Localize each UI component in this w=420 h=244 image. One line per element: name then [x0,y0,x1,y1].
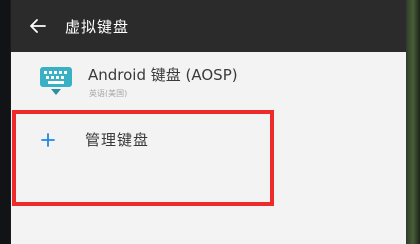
app-toolbar: 虚拟键盘 [11,0,407,52]
settings-screen: 虚拟键盘 Android 键盘 (AOSP) 英语(美国) 管理键盘 [10,0,408,244]
device-frame: 虚拟键盘 Android 键盘 (AOSP) 英语(美国) 管理键盘 [0,0,420,244]
page-title: 虚拟键盘 [65,17,130,36]
manage-keyboards-item[interactable]: 管理键盘 [11,114,407,170]
plus-icon [41,133,55,147]
keyboard-name: Android 键盘 (AOSP) [88,66,238,84]
device-bezel [406,0,420,244]
manage-keyboards-label: 管理键盘 [85,131,150,149]
keyboard-language: 英语(美国) [89,89,128,98]
arrow-left-icon [30,19,46,33]
list-item-aosp-keyboard[interactable]: Android 键盘 (AOSP) 英语(美国) [11,52,407,108]
keyboard-list: Android 键盘 (AOSP) 英语(美国) 管理键盘 [11,52,407,244]
keyboard-icon [40,67,72,95]
back-button[interactable] [11,0,65,52]
